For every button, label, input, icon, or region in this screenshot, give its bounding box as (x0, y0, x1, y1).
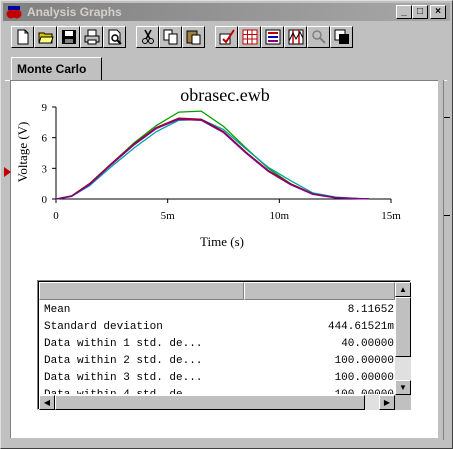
y-tick-label: 0 (42, 194, 48, 206)
scroll-down-button[interactable]: ▼ (395, 380, 411, 395)
stat-value: 40.00000 (341, 338, 394, 350)
table-row[interactable]: Mean 8.11652 (44, 302, 396, 319)
x-tick-label: 10m (270, 210, 290, 222)
horizontal-scrollbar[interactable]: ◀ ▶ (39, 395, 395, 410)
table-row[interactable]: Data within 3 std. de... 100.00000 (44, 370, 396, 387)
chart-title: obrasec.ewb (180, 85, 269, 105)
scrollbar-corner (395, 395, 411, 410)
vertical-scrollbar[interactable]: ▲ ▼ (395, 282, 411, 395)
scroll-up-button[interactable]: ▲ (395, 282, 411, 297)
stat-name: Data within 2 std. de... (44, 355, 203, 367)
table-row[interactable]: Data within 1 std. de... 40.00000 (44, 336, 396, 353)
x-tick-label: 15m (381, 210, 401, 222)
chart-series (55, 110, 369, 200)
column-header-name[interactable] (39, 282, 244, 300)
scroll-left-button[interactable]: ◀ (39, 395, 55, 410)
x-tick-label: 0 (53, 210, 59, 222)
cursor-marker-icon[interactable] (4, 167, 11, 177)
horizontal-scroll-thumb[interactable] (55, 395, 365, 410)
stat-value: 100.00000 (334, 372, 394, 384)
table-row[interactable]: Data within 2 std. de... 100.00000 (44, 353, 396, 370)
scroll-right-button[interactable]: ▶ (379, 395, 395, 410)
y-tick-label: 3 (42, 163, 48, 175)
vertical-scroll-thumb[interactable] (395, 297, 411, 357)
stat-name: Data within 4 std. de... (44, 387, 202, 394)
x-axis-label: Time (s) (200, 234, 244, 249)
stat-name: Data within 3 std. de... (44, 372, 203, 384)
series-line (55, 118, 369, 200)
stat-value: 100.00000 (334, 355, 394, 367)
y-axis-label: Voltage (V) (15, 122, 30, 183)
statistics-table: Mean 8.11652 Standard deviation 444.61521m D… (37, 280, 411, 410)
table-row[interactable]: Standard deviation 444.61521m (44, 319, 396, 336)
stat-name: Standard deviation (44, 321, 163, 333)
y-tick-label: 9 (42, 102, 48, 114)
stat-name: Mean (44, 304, 71, 316)
series-line (55, 118, 369, 200)
chart-ticks: 0 5m 10m 15m 0 3 6 9 (42, 102, 402, 222)
stat-value: 8.11652 (347, 304, 394, 316)
table-row[interactable]: Data within 4 std. de... 100.00000 (44, 387, 396, 394)
series-line (55, 117, 369, 200)
stat-value: 444.61521m (327, 321, 394, 333)
statistics-rows: Mean 8.11652 Standard deviation 444.61521m D… (44, 302, 396, 394)
x-tick-label: 5m (161, 210, 176, 222)
y-tick-label: 6 (42, 133, 48, 145)
statistics-table-frame: Mean 8.11652 Standard deviation 444.61521m D… (38, 281, 411, 410)
chart-axes (55, 107, 391, 200)
stat-name: Data within 1 std. de... (44, 338, 203, 350)
stat-value: 100.00000 (335, 387, 394, 394)
column-header-value[interactable] (244, 282, 395, 300)
